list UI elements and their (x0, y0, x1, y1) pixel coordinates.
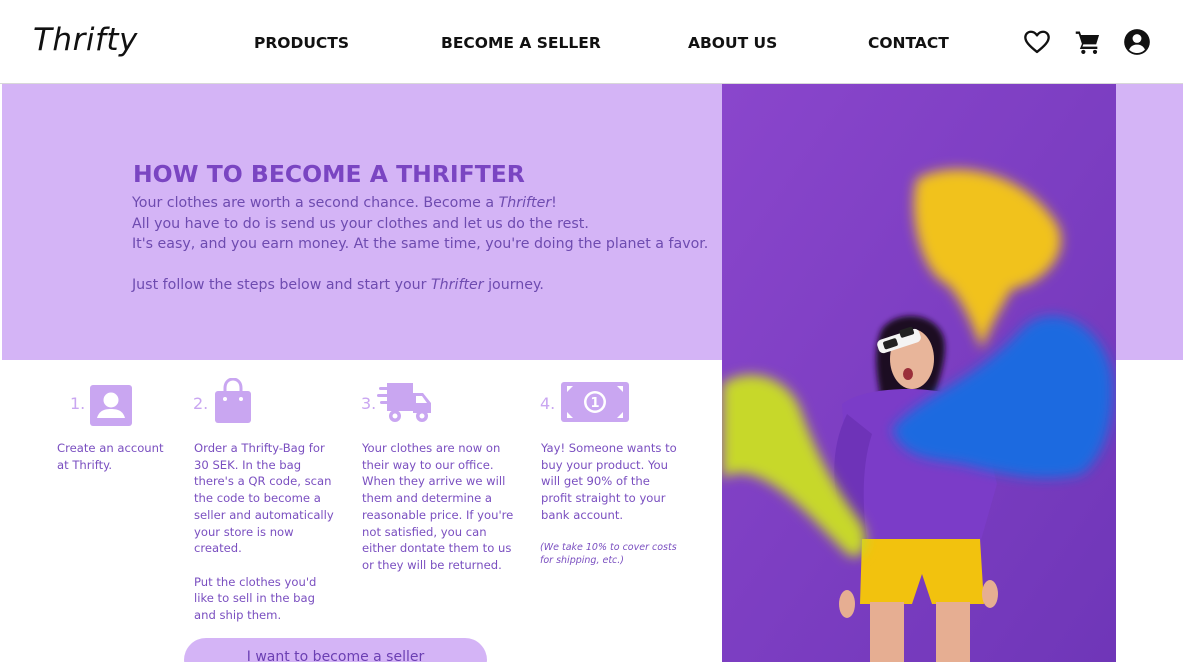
step-line: like to sell in the bag (194, 591, 315, 606)
step-line: your store is now (194, 524, 294, 539)
hero-line-2: All you have to do is send us your cloth… (132, 216, 589, 232)
step-spacer (194, 557, 334, 574)
step-line: 30 SEK. In the bag (194, 457, 302, 472)
step-text-4: Yay! Someone wants to buy your product. … (541, 440, 677, 524)
step-note-line: for shipping, etc.) (540, 555, 625, 566)
step-line: the code to become a (194, 491, 321, 506)
hero-photo (722, 84, 1116, 662)
nav-about-us[interactable]: ABOUT US (688, 34, 777, 52)
step-line: there's a QR code, scan (194, 474, 332, 489)
delivery-truck-icon (377, 381, 433, 425)
step-line: and ship them. (194, 608, 282, 623)
step-line: buy your product. You (541, 457, 668, 472)
step-line: at Thrifty. (57, 457, 113, 472)
hero-line-3: It's easy, and you earn money. At the sa… (132, 236, 709, 252)
become-seller-button[interactable]: I want to become a seller (184, 638, 487, 662)
step-note-4: (We take 10% to cover costs for shipping… (540, 541, 677, 567)
nav-contact[interactable]: CONTACT (868, 34, 949, 52)
step-number-3: 3. (361, 394, 377, 413)
step-number-1: 1. (70, 394, 86, 413)
step-line: Yay! Someone wants to (541, 441, 677, 455)
logo[interactable]: Thrifty (33, 22, 138, 58)
step-line: Your clothes are now on (362, 441, 501, 455)
step-note-line: (We take 10% to cover costs (540, 542, 677, 553)
step-line: bank account. (541, 507, 624, 522)
step-text-3: Your clothes are now on their way to our… (362, 440, 513, 574)
step-line: When they arrive we will (362, 474, 506, 489)
site-header: Thrifty PRODUCTS BECOME A SELLER ABOUT U… (0, 0, 1183, 84)
shopping-bag-icon (213, 378, 253, 424)
step-line: not satisfied, you can (362, 524, 487, 539)
step-line: either dontate them to us (362, 541, 512, 556)
step-line: reasonable price. If you're (362, 507, 514, 522)
nav-become-seller[interactable]: BECOME A SELLER (441, 34, 601, 52)
step-line: their way to our office. (362, 457, 494, 472)
money-bill-icon: 1 (561, 382, 629, 422)
step-line: Put the clothes you'd (194, 574, 317, 589)
step-line: Create an account (57, 441, 164, 455)
step-line: or they will be returned. (362, 557, 502, 572)
step-number-2: 2. (193, 394, 209, 413)
step-number-4: 4. (540, 394, 556, 413)
hero-line-4: Just follow the steps below and start yo… (132, 277, 544, 293)
step-line: them and determine a (362, 491, 493, 506)
account-icon[interactable] (1123, 28, 1151, 56)
cart-icon[interactable] (1074, 28, 1102, 56)
hero-line-1: Your clothes are worth a second chance. … (132, 195, 557, 211)
hero-band-right (1116, 84, 1183, 360)
heart-icon[interactable] (1023, 28, 1051, 56)
step-line: created. (194, 541, 242, 556)
hero-title: HOW TO BECOME A THRIFTER (133, 160, 525, 188)
step-line: will get 90% of the (541, 474, 650, 489)
step-line: Order a Thrifty-Bag for (194, 441, 325, 455)
svg-text:1: 1 (590, 396, 599, 411)
nav-products[interactable]: PRODUCTS (254, 34, 349, 52)
step-text-1: Create an account at Thrifty. (57, 440, 164, 473)
account-box-icon (90, 385, 132, 426)
step-line: profit straight to your (541, 491, 666, 506)
step-line: seller and automatically (194, 507, 334, 522)
step-text-2: Order a Thrifty-Bag for 30 SEK. In the b… (194, 440, 334, 624)
